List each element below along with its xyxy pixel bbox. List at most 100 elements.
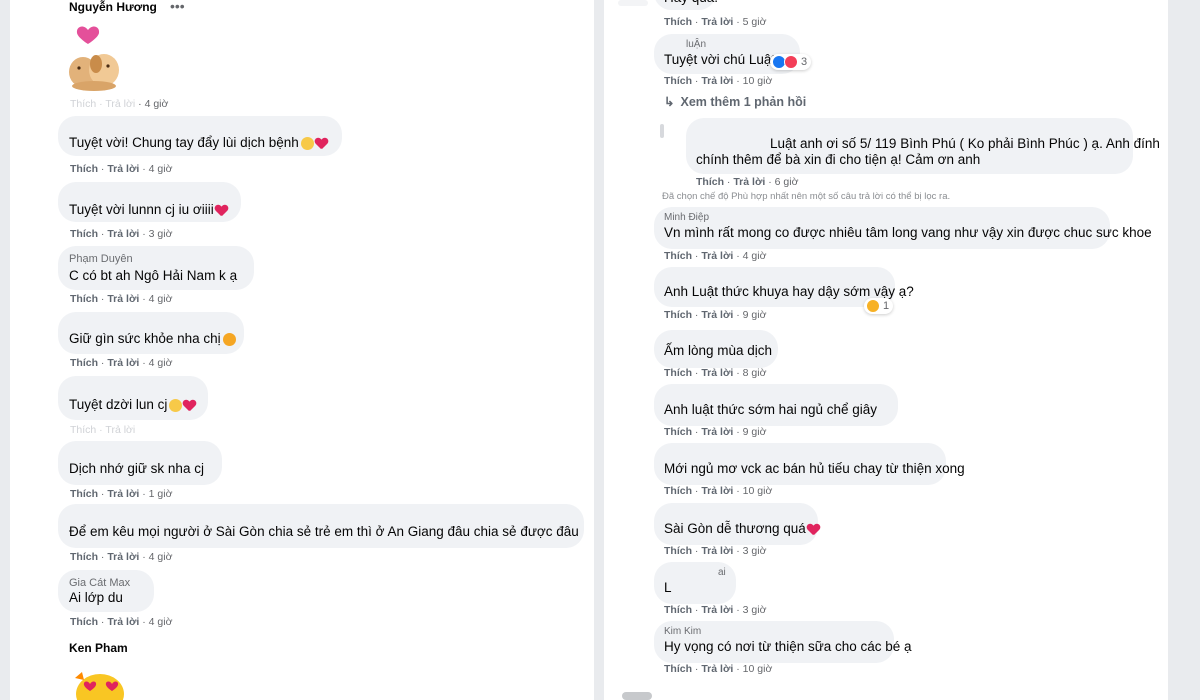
avatar bbox=[660, 124, 664, 138]
commenter-name[interactable]: Phạm Duyên bbox=[69, 253, 133, 265]
like-link[interactable]: Thích bbox=[70, 163, 98, 175]
avatar bbox=[618, 0, 648, 6]
hug-emoji-icon bbox=[222, 332, 236, 346]
commenter-name[interactable]: Minh Điệp bbox=[664, 212, 709, 223]
like-link[interactable]: Thích bbox=[664, 250, 692, 262]
reply-link[interactable]: Trả lời bbox=[107, 357, 139, 369]
reply-link[interactable]: Trả lời bbox=[701, 16, 733, 28]
comment-meta: Thích · Trả lời · 1 giờ bbox=[70, 488, 173, 500]
heart-emoji-icon bbox=[215, 205, 227, 216]
reaction-count: 3 bbox=[801, 56, 808, 68]
dog-love-sticker bbox=[64, 24, 124, 94]
filter-note: Đã chọn chế độ Phù hợp nhất nên một số c… bbox=[662, 191, 951, 202]
comment-text: Hay quá. bbox=[664, 0, 718, 8]
like-link[interactable]: Thích bbox=[70, 357, 98, 369]
comments-column-right: Hay quá. Thích · Trả lời · 5 giờ luẬn Tu… bbox=[604, 0, 1168, 700]
comment-text: Ai lớp du bbox=[69, 590, 123, 605]
comment-bubble: Anh Luật thức khuya hay dậy sớm vậy ạ? bbox=[654, 267, 914, 307]
heart-emoji-icon bbox=[807, 524, 819, 535]
comment-meta: Thích · Trả lời · 4 giờ bbox=[70, 357, 173, 369]
comment-meta: Thích · Trả lời · 3 giờ bbox=[664, 604, 767, 616]
comment-text: Dịch nhớ giữ sk nha cj bbox=[69, 461, 204, 476]
more-options-icon[interactable]: ••• bbox=[170, 0, 185, 14]
comment-text: chính thêm để bà xin đi cho tiện ạ! Cảm … bbox=[696, 152, 981, 167]
like-link[interactable]: Thích bbox=[70, 488, 98, 500]
heart-emoji-icon bbox=[183, 400, 195, 411]
reply-link[interactable]: Trả lời bbox=[701, 75, 733, 87]
comment-text: Để em kêu mọi người ở Sài Gòn chia sẻ tr… bbox=[69, 524, 579, 539]
reply-link[interactable]: Trả lời bbox=[107, 163, 139, 175]
comment-bubble: Ấm lòng mùa dịch bbox=[654, 330, 778, 368]
like-link[interactable]: Thích bbox=[664, 309, 692, 321]
reply-link[interactable]: Trả lời bbox=[701, 545, 733, 557]
reply-arrow-icon: ↳ bbox=[664, 95, 675, 109]
comment-bubble: Anh luật thức sớm hai ngủ chể giây bbox=[654, 384, 898, 426]
comment-text: Tuyệt vời lunnn cj iu ơiiii bbox=[69, 202, 214, 217]
comment-bubble: Tuyệt dzời lun cj bbox=[58, 376, 208, 420]
comment-bubble: Phạm Duyên C có bt ah Ngô Hải Nam k ạ bbox=[58, 246, 254, 290]
comment-bubble: Minh Điệp Vn mình rất mong co được nhiêu… bbox=[654, 207, 1152, 249]
reply-link[interactable]: Trả lời bbox=[701, 604, 733, 616]
reply-link[interactable]: Trả lời bbox=[701, 309, 733, 321]
comment-text: Hy vọng có nơi từ thiện sữa cho các bé ạ bbox=[664, 639, 912, 654]
comment-bubble: Kim Kim Hy vọng có nơi từ thiện sữa cho … bbox=[654, 621, 912, 663]
comment-text: Tuyệt vời chú Luật! bbox=[664, 52, 779, 67]
comment-text: Sài Gòn dễ thương quá bbox=[664, 521, 806, 536]
reply-link[interactable]: Trả lời bbox=[107, 293, 139, 305]
like-link[interactable]: Thích bbox=[70, 616, 98, 628]
like-link[interactable]: Thích bbox=[664, 604, 692, 616]
comment-bubble: Sài Gòn dễ thương quá bbox=[654, 503, 818, 545]
wow-reaction-icon bbox=[866, 299, 880, 313]
commenter-name[interactable]: luẬn bbox=[686, 39, 706, 50]
comment-meta: Thích · Trả lời · 4 giờ bbox=[70, 293, 173, 305]
comment-meta: Thích · Trả lời · 6 giờ bbox=[696, 176, 799, 188]
like-link[interactable]: Thích bbox=[70, 293, 98, 305]
reply-link[interactable]: Trả lời bbox=[701, 367, 733, 379]
comment-text: Tuyệt vời! Chung tay đẩy lùi dịch bệnh bbox=[69, 135, 299, 150]
reply-link[interactable]: Trả lời bbox=[733, 176, 765, 188]
comment-text: Tuyệt dzời lun cj bbox=[69, 397, 168, 412]
comment-meta: Thích · Trả lời · 5 giờ bbox=[664, 16, 767, 28]
like-link[interactable]: Thích bbox=[664, 75, 692, 87]
comment-meta: Thích · Trả lời · 3 giờ bbox=[664, 545, 767, 557]
comment-text: Anh luật thức sớm hai ngủ chể giây bbox=[664, 402, 878, 417]
comment-bubble: Gia Cát Max Ai lớp du bbox=[58, 570, 154, 612]
laugh-emoji-icon bbox=[169, 398, 183, 412]
reply-link[interactable]: Trả lời bbox=[701, 663, 733, 675]
reply-link[interactable]: Trả lời bbox=[107, 488, 139, 500]
commenter-name[interactable]: Ken Pham bbox=[69, 641, 128, 655]
view-more-replies-link[interactable]: ↳ Xem thêm 1 phản hồi bbox=[664, 94, 806, 109]
like-link[interactable]: Thích bbox=[664, 16, 692, 28]
comment-text: L bbox=[664, 580, 672, 595]
comment-meta: Thích · Trả lời · 10 giờ bbox=[664, 485, 773, 497]
reactions-badge[interactable]: 1 bbox=[864, 298, 894, 314]
like-link[interactable]: Thích bbox=[664, 426, 692, 438]
reply-link[interactable]: Trả lời bbox=[107, 551, 139, 563]
like-link[interactable]: Thích bbox=[696, 176, 724, 188]
commenter-name[interactable]: Kim Kim bbox=[664, 626, 701, 637]
like-link[interactable]: Thích bbox=[664, 367, 692, 379]
avatar bbox=[622, 692, 652, 700]
comment-meta: Thích · Trả lời · 3 giờ bbox=[70, 228, 173, 240]
like-link[interactable]: Thích bbox=[664, 545, 692, 557]
smile-emoji-icon bbox=[300, 136, 314, 150]
reply-link[interactable]: Trả lời bbox=[701, 426, 733, 438]
reply-link[interactable]: Trả lời bbox=[701, 250, 733, 262]
comment-meta: Thích · Trả lời · 4 giờ bbox=[70, 551, 173, 563]
like-link[interactable]: Thích bbox=[664, 663, 692, 675]
commenter-name[interactable]: Nguyễn Hương bbox=[69, 0, 157, 14]
like-link[interactable]: Thích bbox=[664, 485, 692, 497]
comment-bubble: Hay quá. bbox=[654, 0, 718, 10]
like-link[interactable]: Thích bbox=[70, 551, 98, 563]
commenter-name[interactable]: ai bbox=[718, 567, 726, 578]
reply-link[interactable]: Trả lời bbox=[107, 228, 139, 240]
reply-link[interactable]: Trả lời bbox=[107, 616, 139, 628]
comment-bubble: Luật anh ơi số 5/ 119 Bình Phú ( Ko phải… bbox=[686, 118, 1160, 174]
like-link[interactable]: Thích bbox=[70, 228, 98, 240]
comment-bubble: Tuyệt vời! Chung tay đẩy lùi dịch bệnh bbox=[58, 116, 342, 156]
comment-meta: Thích · Trả lời · 4 giờ bbox=[664, 250, 767, 262]
comment-bubble: Tuyệt vời lunnn cj iu ơiiii bbox=[58, 182, 241, 222]
reply-link[interactable]: Trả lời bbox=[701, 485, 733, 497]
comment-meta-faded: Thích · Trả lời bbox=[70, 424, 136, 436]
reactions-badge[interactable]: 3 bbox=[770, 54, 812, 70]
